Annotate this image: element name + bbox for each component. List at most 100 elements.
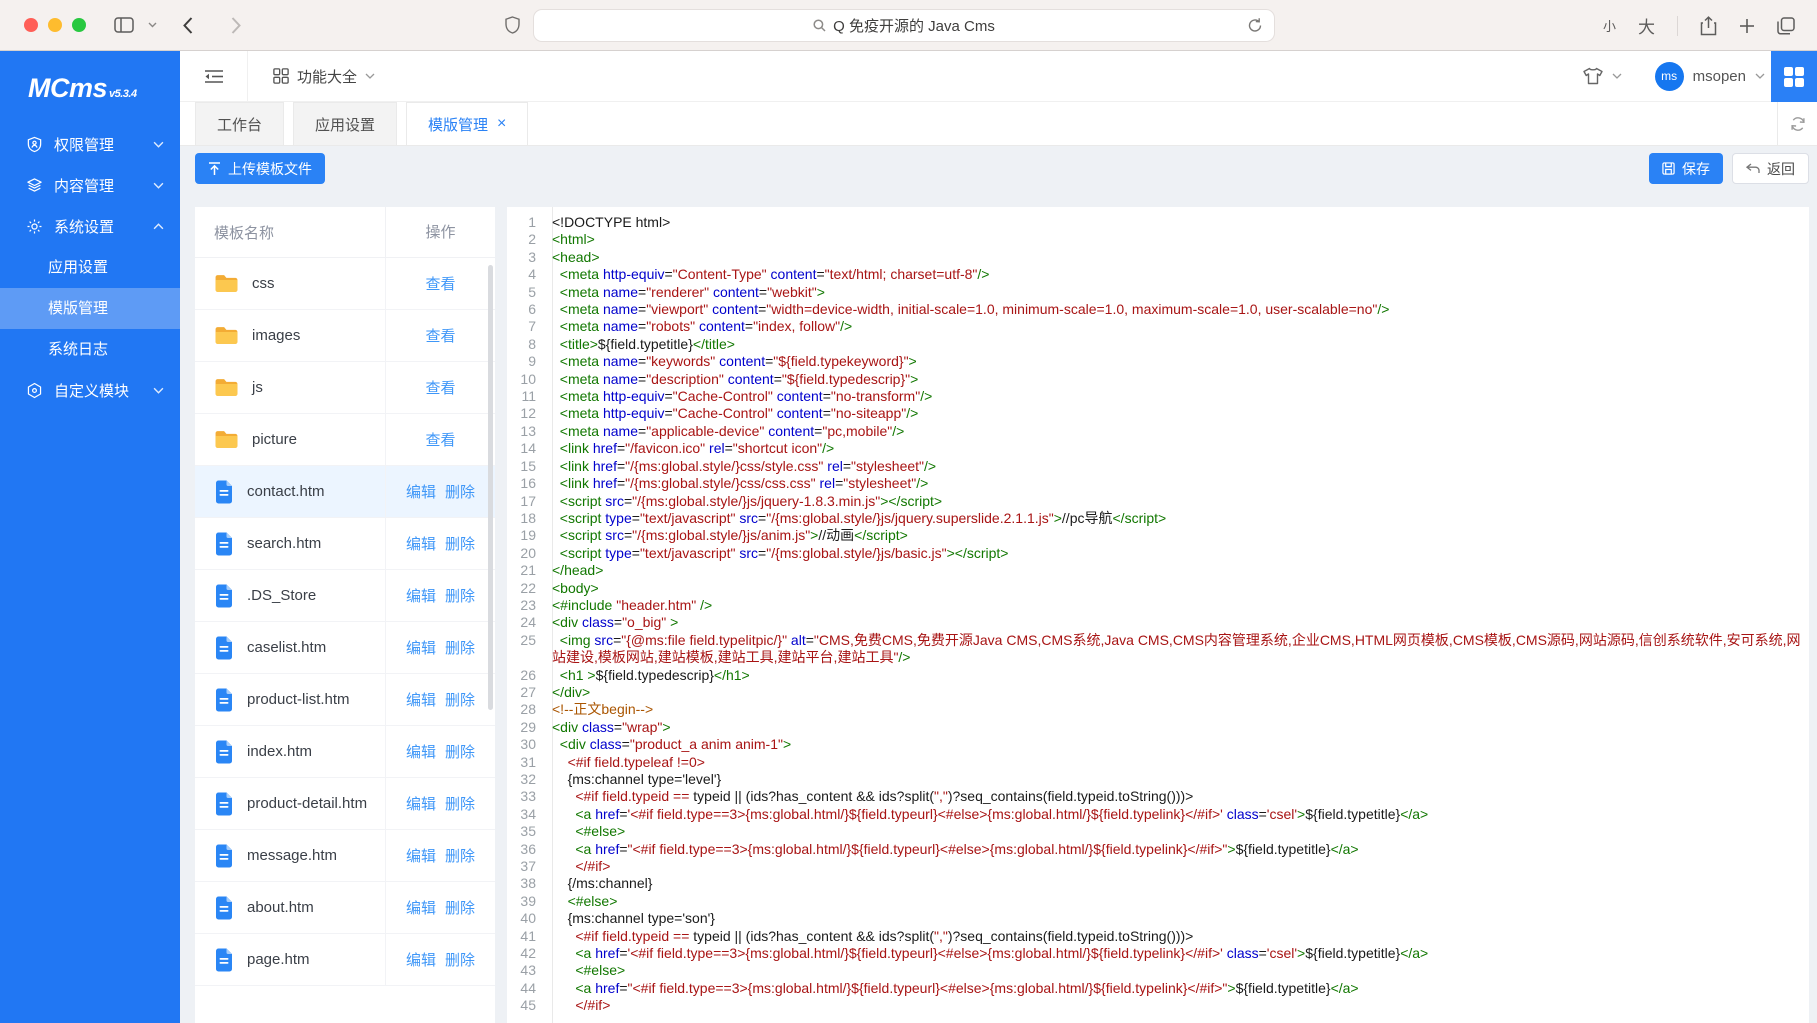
new-tab-icon[interactable]: [1739, 18, 1755, 34]
edit-link[interactable]: 编辑: [406, 585, 436, 606]
template-code-editor[interactable]: 1<!DOCTYPE html>2<html>3<head>4 <meta ht…: [507, 207, 1809, 1023]
table-row[interactable]: js查看: [195, 362, 495, 414]
edit-link[interactable]: 编辑: [406, 689, 436, 710]
module-icon: [26, 382, 43, 399]
sidebar-subitem-应用设置[interactable]: 应用设置: [0, 247, 180, 288]
table-row[interactable]: .DS_Store 编辑删除: [195, 570, 495, 622]
file-icon: [214, 896, 234, 920]
delete-link[interactable]: 删除: [445, 533, 475, 554]
delete-link[interactable]: 删除: [445, 793, 475, 814]
file-name-label: search.htm: [247, 533, 321, 555]
reload-icon[interactable]: [1247, 17, 1263, 34]
text-smaller-button[interactable]: 小: [1603, 16, 1616, 35]
chevron-down-icon[interactable]: [1612, 73, 1622, 79]
file-name-label: picture: [252, 429, 297, 451]
username[interactable]: msopen: [1693, 68, 1746, 85]
back-button[interactable]: [183, 17, 193, 34]
view-link[interactable]: 查看: [425, 377, 455, 398]
window-zoom-button[interactable]: [72, 18, 86, 32]
feature-menu[interactable]: 功能大全: [273, 66, 375, 87]
line-number: 7: [507, 318, 544, 335]
table-row[interactable]: css 查看: [195, 258, 495, 310]
text-larger-button[interactable]: 大: [1638, 13, 1655, 38]
table-row[interactable]: message.htm编辑删除: [195, 830, 495, 882]
code-line: 7 <meta name="robots" content="index, fo…: [507, 318, 1809, 335]
tab-overview-icon[interactable]: [1777, 17, 1795, 35]
delete-link[interactable]: 删除: [445, 689, 475, 710]
file-name-cell: search.htm: [195, 518, 385, 569]
view-link[interactable]: 查看: [425, 429, 455, 450]
delete-link[interactable]: 删除: [445, 845, 475, 866]
line-number: 45: [507, 997, 544, 1014]
code-text: <#else>: [544, 962, 1809, 979]
view-link[interactable]: 查看: [425, 325, 455, 346]
delete-link[interactable]: 删除: [445, 897, 475, 918]
delete-link[interactable]: 删除: [445, 637, 475, 658]
window-minimize-button[interactable]: [48, 18, 62, 32]
edit-link[interactable]: 编辑: [406, 793, 436, 814]
code-line: 33 <#if field.typeid == typeid || (ids?h…: [507, 788, 1809, 805]
back-button-app[interactable]: 返回: [1732, 153, 1809, 184]
edit-link[interactable]: 编辑: [406, 637, 436, 658]
sidebar-item-system[interactable]: 系统设置: [0, 206, 180, 247]
view-link[interactable]: 查看: [425, 273, 455, 294]
delete-link[interactable]: 删除: [445, 949, 475, 970]
table-row[interactable]: about.htm编辑删除: [195, 882, 495, 934]
code-text: </div>: [544, 684, 1809, 701]
tab-close-icon[interactable]: ×: [497, 116, 506, 132]
table-row[interactable]: picture 查看: [195, 414, 495, 466]
share-icon[interactable]: [1700, 16, 1717, 36]
code-line: 23<#include "header.htm" />: [507, 597, 1809, 614]
user-avatar[interactable]: ms: [1655, 62, 1684, 91]
window-controls: [24, 18, 86, 32]
edit-link[interactable]: 编辑: [406, 533, 436, 554]
safari-sidebar-icon[interactable]: [114, 17, 134, 33]
table-row[interactable]: product-detail.htm编辑删除: [195, 778, 495, 830]
edit-link[interactable]: 编辑: [406, 949, 436, 970]
table-row[interactable]: page.htm编辑删除: [195, 934, 495, 986]
edit-link[interactable]: 编辑: [406, 897, 436, 918]
chevron-down-icon[interactable]: [1755, 73, 1765, 79]
delete-link[interactable]: 删除: [445, 585, 475, 606]
code-line: 26 <h1 >${field.typedescrip}</h1>: [507, 667, 1809, 684]
save-button[interactable]: 保存: [1649, 153, 1723, 184]
sidebar-item-custom-module[interactable]: 自定义模块: [0, 370, 180, 411]
edit-link[interactable]: 编辑: [406, 481, 436, 502]
forward-button[interactable]: [231, 17, 241, 34]
chevron-down-icon[interactable]: [148, 22, 157, 28]
apps-grid-button[interactable]: [1771, 51, 1817, 102]
edit-link[interactable]: 编辑: [406, 741, 436, 762]
refresh-tab-button[interactable]: [1777, 102, 1817, 145]
chevron-down-icon: [153, 182, 164, 189]
table-row[interactable]: search.htm 编辑删除: [195, 518, 495, 570]
privacy-shield-icon[interactable]: [505, 16, 520, 34]
menu-collapse-icon[interactable]: [205, 69, 223, 84]
file-name-label: css: [252, 273, 275, 295]
window-close-button[interactable]: [24, 18, 38, 32]
file-name-label: .DS_Store: [247, 585, 316, 607]
address-bar[interactable]: Q 免疫开源的 Java Cms: [533, 9, 1275, 42]
row-actions: 编辑删除: [385, 674, 495, 725]
upload-template-button[interactable]: 上传模板文件: [195, 153, 325, 184]
table-row[interactable]: index.htm编辑删除: [195, 726, 495, 778]
sidebar-subitem-模版管理[interactable]: 模版管理: [0, 288, 180, 329]
table-row[interactable]: caselist.htm编辑删除: [195, 622, 495, 674]
code-text: <#if field.typeid == typeid || (ids?has_…: [544, 928, 1809, 945]
theme-icon[interactable]: [1583, 67, 1603, 85]
folder-icon: [214, 325, 239, 346]
tab-应用设置[interactable]: 应用设置: [293, 102, 397, 145]
file-icon: [214, 480, 234, 504]
delete-link[interactable]: 删除: [445, 741, 475, 762]
edit-link[interactable]: 编辑: [406, 845, 436, 866]
table-scrollbar[interactable]: [488, 265, 493, 710]
sidebar-item-content[interactable]: 内容管理: [0, 165, 180, 206]
sidebar-item-permissions[interactable]: 权限管理: [0, 124, 180, 165]
table-row[interactable]: contact.htm编辑删除: [195, 466, 495, 518]
delete-link[interactable]: 删除: [445, 481, 475, 502]
sidebar-subitem-系统日志[interactable]: 系统日志: [0, 329, 180, 370]
tab-工作台[interactable]: 工作台: [195, 102, 284, 145]
table-row[interactable]: product-list.htm编辑删除: [195, 674, 495, 726]
code-text: </#if>: [544, 858, 1809, 875]
table-row[interactable]: images查看: [195, 310, 495, 362]
tab-模版管理[interactable]: 模版管理×: [406, 102, 528, 145]
